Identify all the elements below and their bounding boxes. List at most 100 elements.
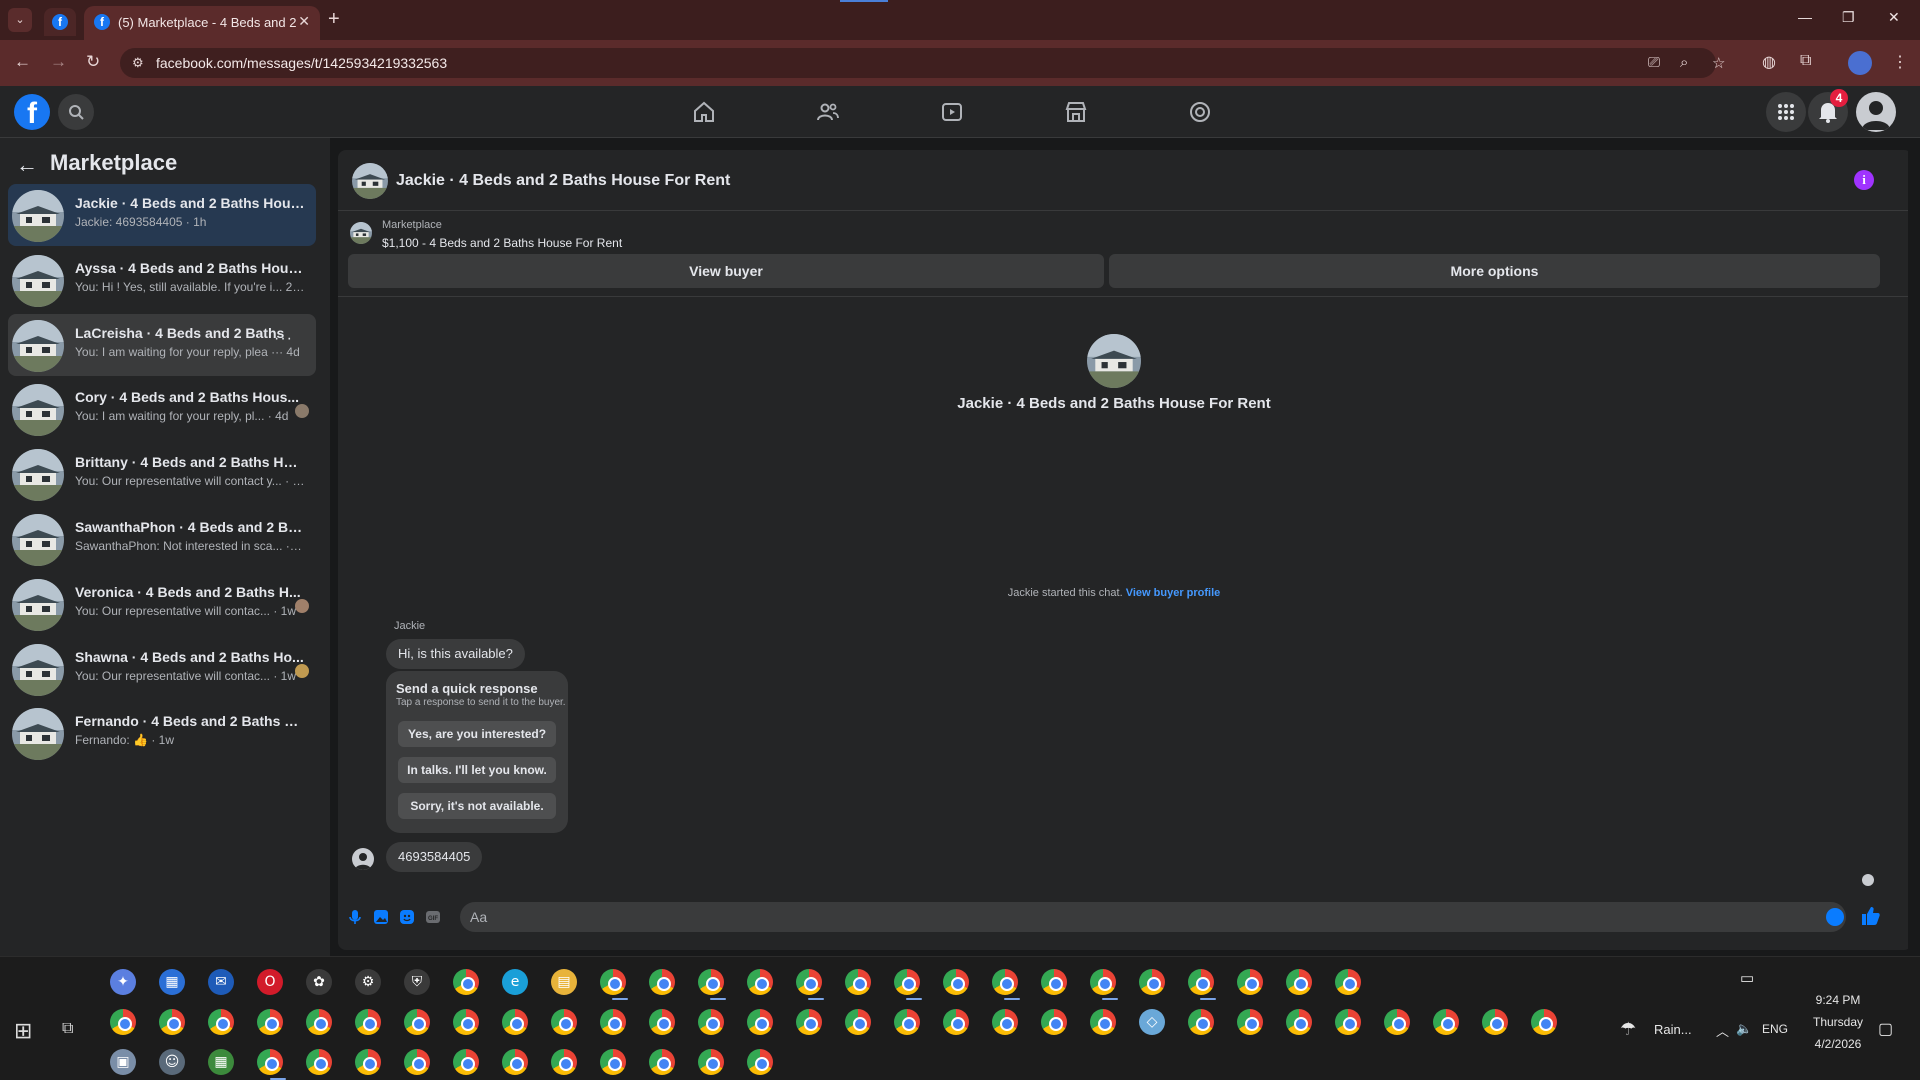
chrome-profile-icon[interactable] — [159, 1009, 185, 1035]
quick-response-yes-button[interactable]: Yes, are you interested? — [398, 721, 556, 747]
chrome-profile-icon[interactable] — [698, 1049, 724, 1075]
browser-profile-avatar[interactable] — [1848, 51, 1872, 75]
site-info-icon[interactable]: ⚙ — [132, 55, 144, 71]
settings-gear-icon[interactable]: ⚙ — [355, 969, 381, 995]
security-shield-icon[interactable]: ⛨ — [404, 969, 430, 995]
zoom-icon[interactable]: ⌕ — [1680, 54, 1688, 71]
chrome-profile-icon[interactable] — [355, 1009, 381, 1035]
conversation-item[interactable]: Brittany · 4 Beds and 2 Baths Hous... You… — [8, 443, 316, 505]
cursor-app-icon[interactable]: ◇ — [1139, 1009, 1165, 1035]
chrome-profile-icon[interactable] — [1139, 969, 1165, 995]
chrome-profile-icon[interactable] — [600, 1009, 626, 1035]
chrome-profile-icon[interactable] — [1188, 1009, 1214, 1035]
store-icon[interactable]: ▦ — [159, 969, 185, 995]
restore-window-icon[interactable]: ❐ — [1842, 9, 1855, 26]
contacts-icon[interactable]: ☺ — [159, 1049, 185, 1075]
conversation-item[interactable]: SawanthaPhon · 4 Beds and 2 Bath... Sawan… — [8, 508, 316, 570]
conversation-item[interactable]: Shawna · 4 Beds and 2 Baths Ho... You: Ou… — [8, 638, 316, 700]
input-language[interactable]: ENG — [1762, 1022, 1788, 1036]
remote-desktop-icon[interactable]: ▣ — [110, 1049, 136, 1075]
back-arrow-icon[interactable]: ← — [16, 152, 38, 178]
close-tab-icon[interactable]: ✕ — [298, 13, 310, 30]
forward-arrow-icon[interactable]: → — [50, 52, 67, 72]
address-bar[interactable]: ⚙ facebook.com/messages/t/14259342193325… — [120, 48, 1725, 78]
conversation-item[interactable]: Veronica · 4 Beds and 2 Baths H... You: O… — [8, 573, 316, 635]
chrome-icon[interactable] — [453, 969, 479, 995]
chrome-profile-icon[interactable] — [698, 1009, 724, 1035]
quick-response-not-available-button[interactable]: Sorry, it's not available. — [398, 793, 556, 819]
show-hidden-icons-chevron-icon[interactable]: ︿ — [1716, 1021, 1729, 1040]
notification-center-icon[interactable]: ▢ — [1878, 1019, 1893, 1039]
chrome-profile-icon[interactable] — [1041, 1009, 1067, 1035]
browser-menu-kebab-icon[interactable]: ⋮ — [1892, 52, 1908, 72]
system-clock[interactable]: 9:24 PM Thursday 4/2/2026 — [1796, 989, 1880, 1055]
conversation-item[interactable]: Cory · 4 Beds and 2 Baths Hous... You: I … — [8, 378, 316, 440]
sticker-icon[interactable] — [398, 908, 416, 926]
mail-icon[interactable]: ✉ — [208, 969, 234, 995]
chrome-profile-icon[interactable] — [1286, 1009, 1312, 1035]
weather-text[interactable]: Rain... — [1654, 1022, 1692, 1037]
file-explorer-icon[interactable]: ▤ — [551, 969, 577, 995]
edge-icon[interactable]: e — [502, 969, 528, 995]
chrome-profile-icon[interactable] — [1482, 1009, 1508, 1035]
microphone-icon[interactable] — [346, 908, 364, 926]
chrome-profile-icon[interactable] — [747, 1049, 773, 1075]
chrome-profile-icon[interactable] — [1237, 969, 1263, 995]
chrome-profile-icon[interactable] — [551, 1009, 577, 1035]
chrome-profile-icon[interactable] — [453, 1049, 479, 1075]
conversation-item[interactable]: Jackie · 4 Beds and 2 Baths House ... Jac… — [8, 184, 316, 246]
chrome-profile-icon[interactable] — [600, 1049, 626, 1075]
windows-start-icon[interactable]: ⊞ — [14, 1018, 32, 1044]
listing-thumbnail[interactable] — [352, 163, 388, 199]
chrome-profile-icon[interactable] — [306, 1009, 332, 1035]
bookmark-star-icon[interactable]: ☆ — [1712, 54, 1725, 72]
chrome-profile-icon[interactable] — [649, 969, 675, 995]
emoji-icon[interactable] — [1826, 908, 1844, 926]
chrome-profile-icon[interactable] — [649, 1049, 675, 1075]
chrome-profile-icon[interactable] — [404, 1009, 430, 1035]
copilot-icon[interactable]: ✦ — [110, 969, 136, 995]
friends-icon[interactable] — [816, 100, 840, 124]
gif-icon[interactable]: GIF — [424, 908, 442, 926]
install-app-icon[interactable]: ⎚ — [1648, 54, 1660, 71]
message-bubble[interactable]: 4693584405 — [386, 842, 483, 872]
chrome-profile-icon[interactable] — [992, 969, 1018, 995]
chrome-profile-icon[interactable] — [1090, 969, 1116, 995]
chrome-profile-icon[interactable] — [1041, 969, 1067, 995]
chrome-profile-icon[interactable] — [894, 969, 920, 995]
chrome-profile-icon[interactable] — [698, 969, 724, 995]
buyer-avatar[interactable] — [352, 848, 374, 870]
chrome-profile-icon[interactable] — [257, 1049, 283, 1075]
chrome-profile-icon[interactable] — [1286, 969, 1312, 995]
chat-title[interactable]: Jackie · 4 Beds and 2 Baths House For Re… — [396, 172, 730, 190]
task-view-icon[interactable]: ⧉ — [62, 1020, 73, 1038]
reload-icon[interactable]: ↻ — [86, 52, 100, 72]
page-scrollbar[interactable] — [1908, 138, 1920, 956]
translate-globe-icon[interactable]: ◍ — [1762, 52, 1776, 72]
new-tab-plus-icon[interactable]: + — [328, 8, 340, 30]
chrome-profile-icon[interactable] — [551, 1049, 577, 1075]
chrome-profile-icon[interactable] — [1433, 1009, 1459, 1035]
info-icon[interactable]: i — [1854, 170, 1874, 190]
photo-icon[interactable] — [372, 908, 390, 926]
notes-icon[interactable]: ▭ — [1740, 969, 1754, 987]
quick-response-in-talks-button[interactable]: In talks. I'll let you know. — [398, 757, 556, 783]
chrome-profile-icon[interactable] — [502, 1049, 528, 1075]
home-icon[interactable] — [692, 100, 716, 124]
chatgpt-icon[interactable]: ✿ — [306, 969, 332, 995]
pinned-facebook-tab[interactable]: f — [44, 8, 76, 36]
gaming-icon[interactable] — [1188, 100, 1212, 124]
facebook-logo[interactable]: f — [14, 94, 50, 130]
chrome-profile-icon[interactable] — [747, 1009, 773, 1035]
chrome-profile-icon[interactable] — [1188, 969, 1214, 995]
chrome-profile-icon[interactable] — [649, 1009, 675, 1035]
view-buyer-button[interactable]: View buyer — [348, 254, 1104, 288]
conversation-options-icon[interactable]: ··· — [274, 330, 293, 348]
extensions-puzzle-icon[interactable]: ⧉ — [1800, 52, 1811, 70]
account-avatar[interactable] — [1856, 92, 1896, 132]
message-input[interactable] — [470, 906, 1810, 928]
chrome-profile-icon[interactable] — [796, 969, 822, 995]
listing-price-title[interactable]: $1,100 - 4 Beds and 2 Baths House For Re… — [382, 236, 622, 250]
chrome-profile-icon[interactable] — [796, 1009, 822, 1035]
chrome-profile-icon[interactable] — [453, 1009, 479, 1035]
